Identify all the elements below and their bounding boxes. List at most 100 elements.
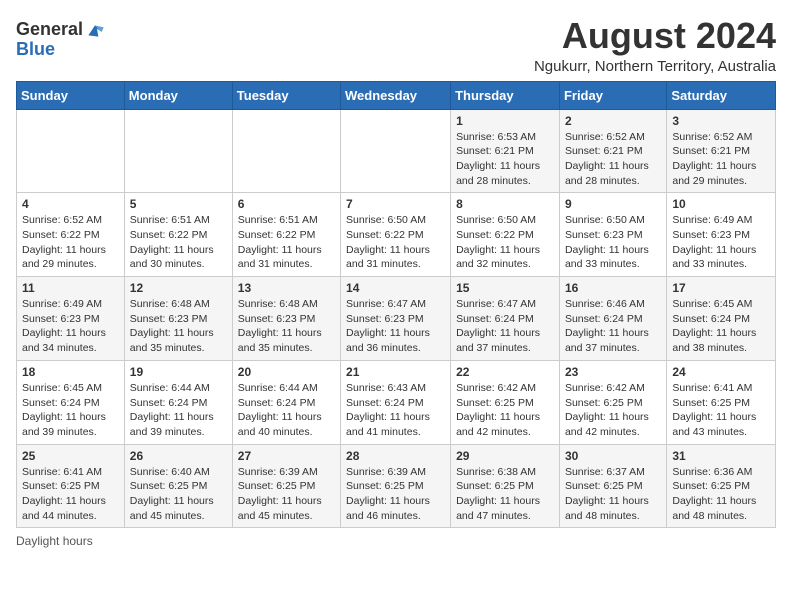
- day-number: 10: [672, 197, 770, 211]
- day-number: 3: [672, 114, 770, 128]
- day-number: 28: [346, 449, 445, 463]
- day-number: 12: [130, 281, 227, 295]
- week-row-1: 4Sunrise: 6:52 AM Sunset: 6:22 PM Daylig…: [17, 193, 776, 277]
- week-row-2: 11 Sunrise: 6:49 AM Sunset: 6:23 PM Dayli…: [17, 277, 776, 361]
- day-cell: 23 Sunrise: 6:42 AM Sunset: 6:25 PM Dayli…: [559, 360, 666, 444]
- day-info: Sunrise: 6:43 AM Sunset: 6:24 PM Dayligh…: [346, 381, 445, 440]
- day-cell: 15 Sunrise: 6:47 AM Sunset: 6:24 PM Dayli…: [451, 277, 560, 361]
- day-cell: 31Sunrise: 6:36 AM Sunset: 6:25 PM Dayli…: [667, 444, 776, 528]
- day-info: Sunrise: 6:51 AM Sunset: 6:22 PM Dayligh…: [130, 213, 227, 272]
- day-cell: 7 Sunrise: 6:50 AM Sunset: 6:22 PM Daylig…: [341, 193, 451, 277]
- day-cell: 25Sunrise: 6:41 AM Sunset: 6:25 PM Dayli…: [17, 444, 125, 528]
- day-cell: 8 Sunrise: 6:50 AM Sunset: 6:22 PM Daylig…: [451, 193, 560, 277]
- day-cell: 19 Sunrise: 6:44 AM Sunset: 6:24 PM Dayli…: [124, 360, 232, 444]
- day-number: 21: [346, 365, 445, 379]
- day-cell: 20 Sunrise: 6:44 AM Sunset: 6:24 PM Dayli…: [232, 360, 340, 444]
- day-cell: 14 Sunrise: 6:47 AM Sunset: 6:23 PM Dayli…: [341, 277, 451, 361]
- day-info: Sunrise: 6:50 AM Sunset: 6:22 PM Dayligh…: [456, 213, 554, 272]
- day-cell: 18 Sunrise: 6:45 AM Sunset: 6:24 PM Dayli…: [17, 360, 125, 444]
- day-info: Sunrise: 6:45 AM Sunset: 6:24 PM Dayligh…: [22, 381, 119, 440]
- day-info: Sunrise: 6:47 AM Sunset: 6:23 PM Dayligh…: [346, 297, 445, 356]
- week-row-0: 1 Sunrise: 6:53 AM Sunset: 6:21 PM Daylig…: [17, 109, 776, 193]
- day-cell: 30Sunrise: 6:37 AM Sunset: 6:25 PM Dayli…: [559, 444, 666, 528]
- header-cell-friday: Friday: [559, 81, 666, 109]
- day-cell: [17, 109, 125, 193]
- day-cell: 5 Sunrise: 6:51 AM Sunset: 6:22 PM Daylig…: [124, 193, 232, 277]
- day-number: 23: [565, 365, 661, 379]
- day-number: 16: [565, 281, 661, 295]
- footer-note: Daylight hours: [16, 534, 776, 548]
- day-number: 13: [238, 281, 335, 295]
- subtitle: Ngukurr, Northern Territory, Australia: [534, 58, 776, 75]
- header-cell-monday: Monday: [124, 81, 232, 109]
- day-number: 1: [456, 114, 554, 128]
- header-cell-wednesday: Wednesday: [341, 81, 451, 109]
- day-number: 27: [238, 449, 335, 463]
- day-number: 24: [672, 365, 770, 379]
- main-title: August 2024: [534, 16, 776, 56]
- day-number: 8: [456, 197, 554, 211]
- day-cell: 3 Sunrise: 6:52 AM Sunset: 6:21 PM Daylig…: [667, 109, 776, 193]
- day-info: Sunrise: 6:48 AM Sunset: 6:23 PM Dayligh…: [238, 297, 335, 356]
- day-info: Sunrise: 6:53 AM Sunset: 6:21 PM Dayligh…: [456, 130, 554, 189]
- logo: General Blue: [16, 20, 105, 60]
- day-number: 4: [22, 197, 119, 211]
- day-number: 7: [346, 197, 445, 211]
- day-cell: 1 Sunrise: 6:53 AM Sunset: 6:21 PM Daylig…: [451, 109, 560, 193]
- day-cell: 13 Sunrise: 6:48 AM Sunset: 6:23 PM Dayli…: [232, 277, 340, 361]
- day-info: Sunrise: 6:42 AM Sunset: 6:25 PM Dayligh…: [565, 381, 661, 440]
- day-info: Sunrise: 6:36 AM Sunset: 6:25 PM Dayligh…: [672, 465, 770, 524]
- title-area: August 2024 Ngukurr, Northern Territory,…: [534, 16, 776, 75]
- day-info: Sunrise: 6:49 AM Sunset: 6:23 PM Dayligh…: [672, 213, 770, 272]
- day-number: 22: [456, 365, 554, 379]
- day-cell: 27Sunrise: 6:39 AM Sunset: 6:25 PM Dayli…: [232, 444, 340, 528]
- day-info: Sunrise: 6:44 AM Sunset: 6:24 PM Dayligh…: [238, 381, 335, 440]
- day-info: Sunrise: 6:50 AM Sunset: 6:23 PM Dayligh…: [565, 213, 661, 272]
- day-number: 15: [456, 281, 554, 295]
- day-number: 19: [130, 365, 227, 379]
- calendar-body: 1 Sunrise: 6:53 AM Sunset: 6:21 PM Daylig…: [17, 109, 776, 528]
- day-info: Sunrise: 6:40 AM Sunset: 6:25 PM Dayligh…: [130, 465, 227, 524]
- calendar-table: SundayMondayTuesdayWednesdayThursdayFrid…: [16, 81, 776, 529]
- day-cell: 2Sunrise: 6:52 AM Sunset: 6:21 PM Daylig…: [559, 109, 666, 193]
- day-number: 25: [22, 449, 119, 463]
- day-number: 26: [130, 449, 227, 463]
- calendar-header: SundayMondayTuesdayWednesdayThursdayFrid…: [17, 81, 776, 109]
- day-cell: 21 Sunrise: 6:43 AM Sunset: 6:24 PM Dayli…: [341, 360, 451, 444]
- day-info: Sunrise: 6:45 AM Sunset: 6:24 PM Dayligh…: [672, 297, 770, 356]
- day-cell: [124, 109, 232, 193]
- day-cell: [341, 109, 451, 193]
- day-number: 17: [672, 281, 770, 295]
- day-number: 30: [565, 449, 661, 463]
- day-cell: 10 Sunrise: 6:49 AM Sunset: 6:23 PM Dayli…: [667, 193, 776, 277]
- header-cell-tuesday: Tuesday: [232, 81, 340, 109]
- day-info: Sunrise: 6:39 AM Sunset: 6:25 PM Dayligh…: [346, 465, 445, 524]
- day-info: Sunrise: 6:47 AM Sunset: 6:24 PM Dayligh…: [456, 297, 554, 356]
- day-number: 9: [565, 197, 661, 211]
- day-info: Sunrise: 6:38 AM Sunset: 6:25 PM Dayligh…: [456, 465, 554, 524]
- day-info: Sunrise: 6:50 AM Sunset: 6:22 PM Dayligh…: [346, 213, 445, 272]
- day-info: Sunrise: 6:42 AM Sunset: 6:25 PM Dayligh…: [456, 381, 554, 440]
- week-row-3: 18 Sunrise: 6:45 AM Sunset: 6:24 PM Dayli…: [17, 360, 776, 444]
- day-cell: 11 Sunrise: 6:49 AM Sunset: 6:23 PM Dayli…: [17, 277, 125, 361]
- day-number: 18: [22, 365, 119, 379]
- day-number: 14: [346, 281, 445, 295]
- header: General Blue August 2024 Ngukurr, Northe…: [16, 16, 776, 75]
- day-cell: 12Sunrise: 6:48 AM Sunset: 6:23 PM Dayli…: [124, 277, 232, 361]
- header-cell-sunday: Sunday: [17, 81, 125, 109]
- day-cell: 26 Sunrise: 6:40 AM Sunset: 6:25 PM Dayli…: [124, 444, 232, 528]
- day-number: 20: [238, 365, 335, 379]
- day-info: Sunrise: 6:41 AM Sunset: 6:25 PM Dayligh…: [672, 381, 770, 440]
- day-info: Sunrise: 6:49 AM Sunset: 6:23 PM Dayligh…: [22, 297, 119, 356]
- day-number: 6: [238, 197, 335, 211]
- day-cell: 16 Sunrise: 6:46 AM Sunset: 6:24 PM Dayli…: [559, 277, 666, 361]
- day-info: Sunrise: 6:52 AM Sunset: 6:21 PM Dayligh…: [672, 130, 770, 189]
- day-info: Sunrise: 6:44 AM Sunset: 6:24 PM Dayligh…: [130, 381, 227, 440]
- day-info: Sunrise: 6:46 AM Sunset: 6:24 PM Dayligh…: [565, 297, 661, 356]
- day-cell: 24 Sunrise: 6:41 AM Sunset: 6:25 PM Dayli…: [667, 360, 776, 444]
- day-number: 5: [130, 197, 227, 211]
- day-cell: 29Sunrise: 6:38 AM Sunset: 6:25 PM Dayli…: [451, 444, 560, 528]
- day-cell: 6Sunrise: 6:51 AM Sunset: 6:22 PM Daylig…: [232, 193, 340, 277]
- day-cell: 28 Sunrise: 6:39 AM Sunset: 6:25 PM Dayli…: [341, 444, 451, 528]
- day-number: 11: [22, 281, 119, 295]
